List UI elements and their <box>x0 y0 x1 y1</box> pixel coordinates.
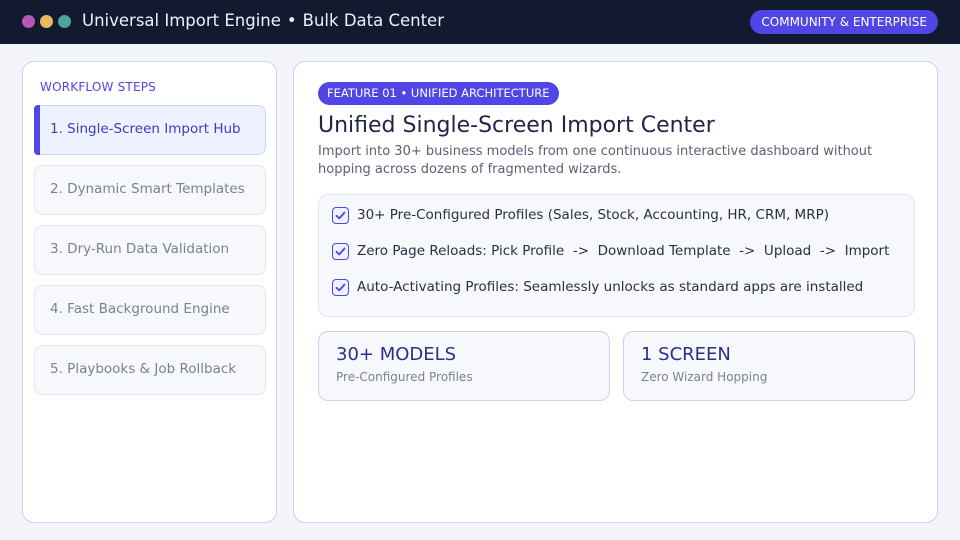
page-title: Unified Single-Screen Import Center <box>318 113 715 138</box>
window-maximize-dot-icon[interactable] <box>58 15 71 28</box>
feature-description: Import into 30+ business models from one… <box>318 144 873 177</box>
checklist-label: 30+ Pre-Configured Profiles (Sales, Stoc… <box>357 207 829 223</box>
sidebar-step-background-engine[interactable]: 4. Fast Background Engine <box>34 285 266 335</box>
stat-card-screen: 1 SCREEN Zero Wizard Hopping <box>623 331 915 401</box>
stat-value: 30+ MODELS <box>336 344 457 365</box>
edition-badge: COMMUNITY & ENTERPRISE <box>750 10 938 34</box>
feature-checklist: 30+ Pre-Configured Profiles (Sales, Stoc… <box>318 194 915 317</box>
checkbox-checked-icon[interactable] <box>332 279 349 296</box>
stat-card-models: 30+ MODELS Pre-Configured Profiles <box>318 331 610 401</box>
checkbox-checked-icon[interactable] <box>332 243 349 260</box>
sidebar-step-smart-templates[interactable]: 2. Dynamic Smart Templates <box>34 165 266 215</box>
sidebar-step-import-hub[interactable]: 1. Single-Screen Import Hub <box>34 105 266 155</box>
step-label: 4. Fast Background Engine <box>50 301 230 317</box>
step-label: 1. Single-Screen Import Hub <box>50 121 241 137</box>
app-section: Bulk Data Center <box>302 11 444 30</box>
step-label: 2. Dynamic Smart Templates <box>50 181 245 197</box>
stat-label: Pre-Configured Profiles <box>336 370 473 384</box>
stat-value: 1 SCREEN <box>641 344 731 365</box>
step-label: 3. Dry-Run Data Validation <box>50 241 230 257</box>
app-name: Universal Import Engine <box>82 11 281 30</box>
feature-panel: FEATURE 01 • UNIFIED ARCHITECTURE Unifie… <box>293 61 938 523</box>
title-bar: Universal Import Engine • Bulk Data Center… <box>0 0 960 44</box>
checklist-label: Auto-Activating Profiles: Seamlessly unl… <box>357 279 864 295</box>
window-close-dot-icon[interactable] <box>22 15 35 28</box>
window-minimize-dot-icon[interactable] <box>40 15 53 28</box>
stat-label: Zero Wizard Hopping <box>641 370 768 384</box>
sidebar-step-dry-run-validation[interactable]: 3. Dry-Run Data Validation <box>34 225 266 275</box>
checklist-label: Zero Page Reloads: Pick Profile -> Downl… <box>357 243 890 259</box>
step-label: 5. Playbooks & Job Rollback <box>50 361 237 377</box>
sidebar-heading: WORKFLOW STEPS <box>40 80 156 94</box>
title-separator: • <box>286 11 297 30</box>
checkbox-checked-icon[interactable] <box>332 207 349 224</box>
feature-badge: FEATURE 01 • UNIFIED ARCHITECTURE <box>318 82 559 105</box>
workflow-sidebar: WORKFLOW STEPS 1. Single-Screen Import H… <box>22 61 277 523</box>
sidebar-step-playbooks-rollback[interactable]: 5. Playbooks & Job Rollback <box>34 345 266 395</box>
app-title: Universal Import Engine • Bulk Data Center <box>82 11 444 30</box>
